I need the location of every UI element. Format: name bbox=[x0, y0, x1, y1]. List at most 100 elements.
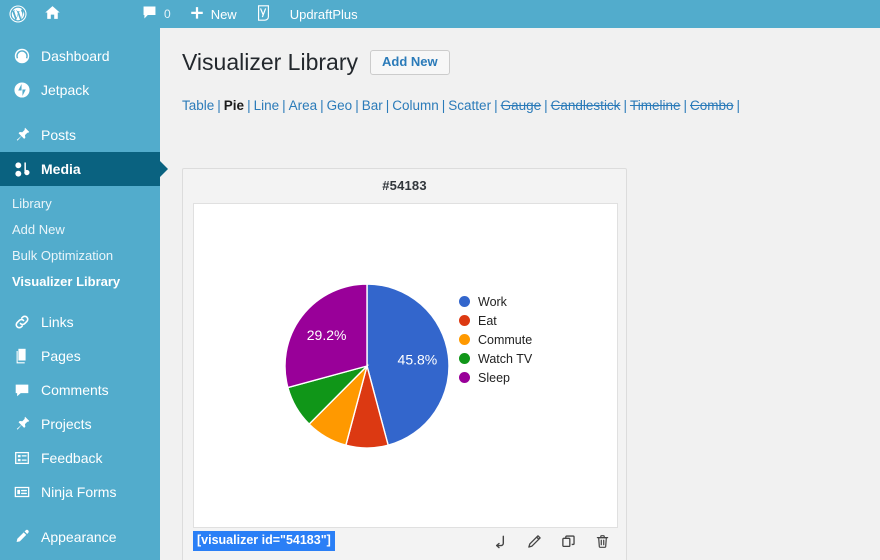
dashboard-icon bbox=[12, 46, 32, 66]
tab-combo[interactable]: Combo bbox=[690, 98, 734, 113]
clone-action-button[interactable] bbox=[560, 533, 576, 549]
tab-separator: | bbox=[683, 98, 687, 113]
sidebar-item-jetpack[interactable]: Jetpack bbox=[0, 73, 160, 107]
legend-label: Eat bbox=[478, 313, 497, 328]
legend-item[interactable]: Watch TV bbox=[459, 349, 532, 368]
legend-item[interactable]: Work bbox=[459, 292, 532, 311]
yoast-icon bbox=[255, 4, 272, 25]
pie-slice-label: 29.2% bbox=[307, 327, 347, 343]
sidebar-item-label: Dashboard bbox=[41, 48, 110, 64]
sidebar-item-label: Links bbox=[41, 314, 74, 330]
updraftplus-button[interactable]: UpdraftPlus bbox=[281, 0, 367, 28]
legend-item[interactable]: Eat bbox=[459, 311, 532, 330]
forms-icon bbox=[12, 482, 32, 502]
sidebar-item-appearance[interactable]: Appearance bbox=[0, 520, 160, 554]
sidebar-item-label: Ninja Forms bbox=[41, 484, 117, 500]
tab-line[interactable]: Line bbox=[254, 98, 280, 113]
page-header: Visualizer Library Add New bbox=[160, 28, 880, 77]
add-new-button[interactable]: Add New bbox=[369, 50, 450, 75]
pie-chart: 45.8% 29.2% bbox=[284, 283, 450, 449]
tab-separator: | bbox=[247, 98, 251, 113]
legend-label: Watch TV bbox=[478, 351, 533, 366]
sidebar-item-posts[interactable]: Posts bbox=[0, 118, 160, 152]
chart-card: #54183 45.8% 29.2% Work Eat Commute Watch TV… bbox=[182, 168, 627, 560]
chart-card-actions bbox=[492, 533, 616, 549]
chart-card-footer: [visualizer id="54183"] bbox=[193, 529, 616, 553]
tab-bar[interactable]: Bar bbox=[362, 98, 383, 113]
tab-geo[interactable]: Geo bbox=[327, 98, 353, 113]
legend-color-swatch bbox=[459, 372, 470, 383]
jetpack-icon bbox=[12, 80, 32, 100]
new-content-label: New bbox=[210, 6, 237, 22]
legend-item[interactable]: Commute bbox=[459, 330, 532, 349]
chart-legend: Work Eat Commute Watch TV Sleep bbox=[459, 292, 532, 387]
pin-icon bbox=[12, 125, 32, 145]
edit-action-button[interactable] bbox=[526, 533, 542, 549]
submenu-item-bulk-optimization[interactable]: Bulk Optimization bbox=[0, 243, 160, 269]
appearance-icon bbox=[12, 527, 32, 547]
admin-sidebar: Dashboard Jetpack Posts Media Library Ad… bbox=[0, 28, 168, 560]
sidebar-item-label: Comments bbox=[41, 382, 109, 398]
sidebar-item-pages[interactable]: Pages bbox=[0, 339, 160, 373]
yoast-seo-button[interactable] bbox=[246, 0, 281, 28]
updraftplus-label: UpdraftPlus bbox=[289, 6, 358, 22]
comment-count: 0 bbox=[164, 7, 171, 21]
wordpress-logo-button[interactable] bbox=[0, 0, 35, 28]
tab-separator: | bbox=[320, 98, 324, 113]
sidebar-item-dashboard[interactable]: Dashboard bbox=[0, 39, 160, 73]
plus-icon bbox=[189, 5, 205, 24]
submenu-item-add-new[interactable]: Add New bbox=[0, 217, 160, 243]
tab-separator: | bbox=[623, 98, 627, 113]
shortcode-text[interactable]: [visualizer id="54183"] bbox=[193, 531, 335, 551]
comment-icon bbox=[141, 4, 158, 24]
chart-type-tabs: Table | Pie | Line | Area | Geo | Bar | Column | Scatt… bbox=[160, 77, 880, 115]
pie-slice-label: 45.8% bbox=[398, 351, 438, 367]
legend-color-swatch bbox=[459, 296, 470, 307]
media-submenu: Library Add New Bulk Optimization Visual… bbox=[0, 186, 160, 305]
pin-icon bbox=[12, 414, 32, 434]
tab-separator: | bbox=[494, 98, 498, 113]
media-icon bbox=[12, 159, 32, 179]
comments-button[interactable]: 0 bbox=[132, 0, 180, 28]
delete-action-button[interactable] bbox=[594, 533, 610, 549]
submenu-item-library[interactable]: Library bbox=[0, 191, 160, 217]
sidebar-item-label: Feedback bbox=[41, 450, 103, 466]
sidebar-item-label: Appearance bbox=[41, 529, 117, 545]
legend-label: Sleep bbox=[478, 370, 510, 385]
home-icon bbox=[44, 4, 61, 24]
pages-icon bbox=[12, 346, 32, 366]
sidebar-item-ninja-forms[interactable]: Ninja Forms bbox=[0, 475, 160, 509]
tab-separator: | bbox=[355, 98, 359, 113]
legend-label: Work bbox=[478, 294, 507, 309]
tab-separator: | bbox=[282, 98, 286, 113]
sidebar-item-links[interactable]: Links bbox=[0, 305, 160, 339]
sidebar-item-media[interactable]: Media bbox=[0, 152, 168, 186]
legend-item[interactable]: Sleep bbox=[459, 368, 532, 387]
tab-gauge[interactable]: Gauge bbox=[501, 98, 542, 113]
tab-candlestick[interactable]: Candlestick bbox=[551, 98, 621, 113]
new-content-button[interactable]: New bbox=[180, 0, 246, 28]
main-content: Visualizer Library Add New Table | Pie | Lin… bbox=[160, 28, 880, 560]
tab-separator: | bbox=[385, 98, 390, 113]
tab-timeline[interactable]: Timeline bbox=[630, 98, 681, 113]
tab-table[interactable]: Table bbox=[182, 98, 214, 113]
sidebar-item-label: Posts bbox=[41, 127, 77, 143]
sidebar-item-comments[interactable]: Comments bbox=[0, 373, 160, 407]
submenu-item-visualizer-library[interactable]: Visualizer Library bbox=[0, 269, 160, 295]
sidebar-item-projects[interactable]: Projects bbox=[0, 407, 160, 441]
chart-card-title: #54183 bbox=[382, 178, 427, 193]
tab-column[interactable]: Column bbox=[392, 98, 439, 113]
sidebar-item-label: Media bbox=[41, 161, 81, 177]
tab-pie[interactable]: Pie bbox=[224, 98, 244, 113]
page-title: Visualizer Library bbox=[182, 49, 358, 75]
tab-scatter[interactable]: Scatter bbox=[448, 98, 491, 113]
tab-area[interactable]: Area bbox=[289, 98, 318, 113]
link-icon bbox=[12, 312, 32, 332]
export-action-button[interactable] bbox=[492, 533, 508, 549]
tab-separator: | bbox=[217, 98, 221, 113]
sidebar-item-label: Pages bbox=[41, 348, 81, 364]
sidebar-item-label: Jetpack bbox=[41, 82, 90, 98]
wordpress-icon bbox=[9, 5, 27, 23]
sidebar-item-feedback[interactable]: Feedback bbox=[0, 441, 160, 475]
site-home-button[interactable] bbox=[35, 0, 70, 28]
